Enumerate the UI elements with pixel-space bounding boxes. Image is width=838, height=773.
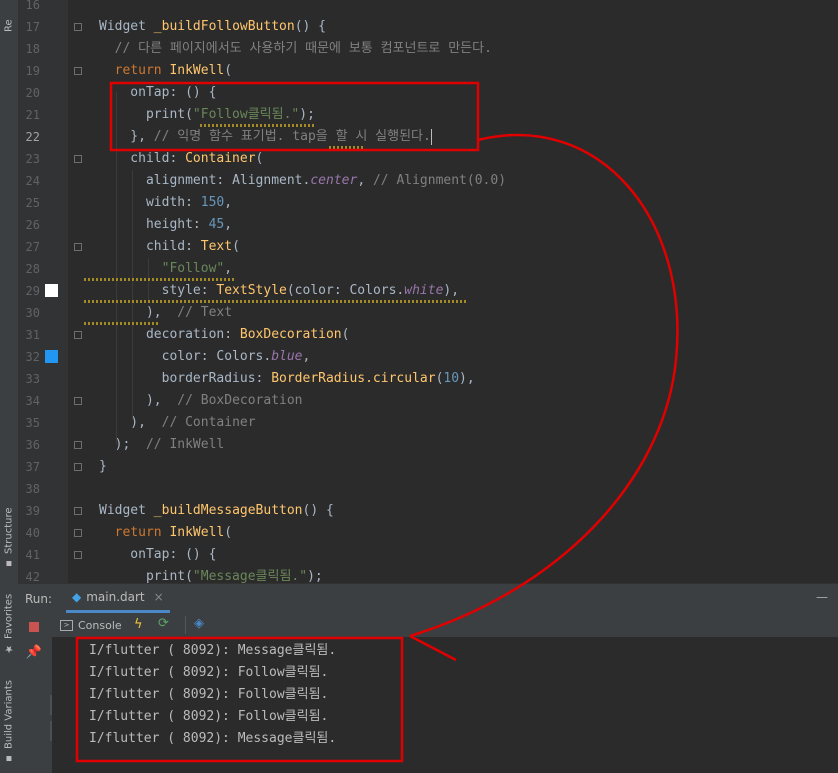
annotation-arrowhead <box>409 634 457 662</box>
annotation-box-console <box>75 636 404 763</box>
annotation-overlay <box>75 81 679 763</box>
annotation-box-ontap <box>109 81 480 152</box>
annotation-arrow <box>409 133 679 638</box>
